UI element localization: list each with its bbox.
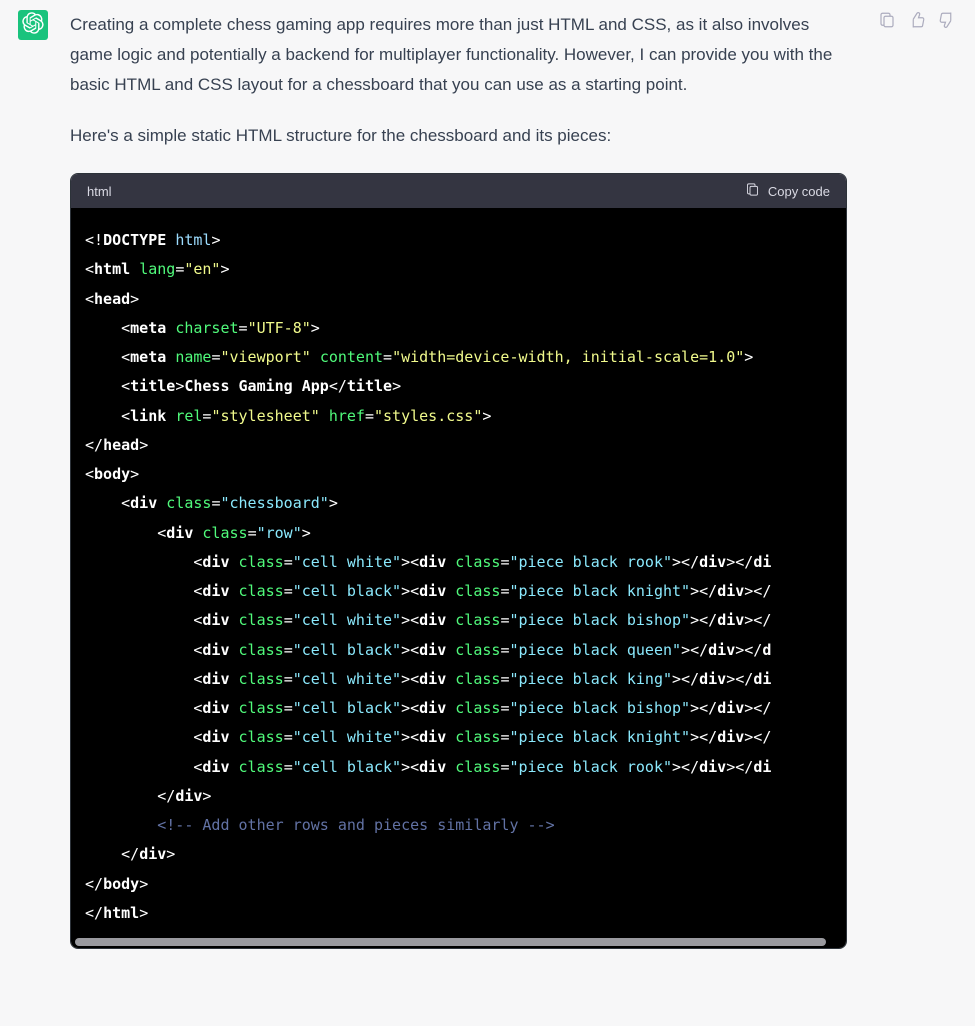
- paragraph-1: Creating a complete chess gaming app req…: [70, 10, 847, 99]
- clipboard-icon: [878, 11, 896, 34]
- code-language-label: html: [87, 184, 112, 199]
- code-content: <!DOCTYPE html> <html lang="en"> <head> …: [85, 226, 832, 928]
- paragraph-2: Here's a simple static HTML structure fo…: [70, 121, 847, 151]
- code-header: html Copy code: [71, 174, 846, 208]
- code-body[interactable]: <!DOCTYPE html> <html lang="en"> <head> …: [71, 208, 846, 948]
- code-block: html Copy code <!DOCTYPE html> <html lan…: [70, 173, 847, 949]
- assistant-avatar: [18, 10, 48, 40]
- message-actions: [877, 10, 957, 949]
- thumbs-up-icon: [908, 11, 926, 34]
- assistant-message: Creating a complete chess gaming app req…: [0, 0, 975, 959]
- thumbs-down-icon: [938, 11, 956, 34]
- thumbs-down-button[interactable]: [937, 12, 957, 32]
- message-content: Creating a complete chess gaming app req…: [70, 10, 855, 949]
- copy-message-button[interactable]: [877, 12, 897, 32]
- horizontal-scrollbar[interactable]: [75, 938, 826, 946]
- clipboard-icon: [745, 182, 760, 200]
- openai-logo-icon: [22, 12, 44, 39]
- copy-code-label: Copy code: [768, 184, 830, 199]
- copy-code-button[interactable]: Copy code: [745, 182, 830, 200]
- thumbs-up-button[interactable]: [907, 12, 927, 32]
